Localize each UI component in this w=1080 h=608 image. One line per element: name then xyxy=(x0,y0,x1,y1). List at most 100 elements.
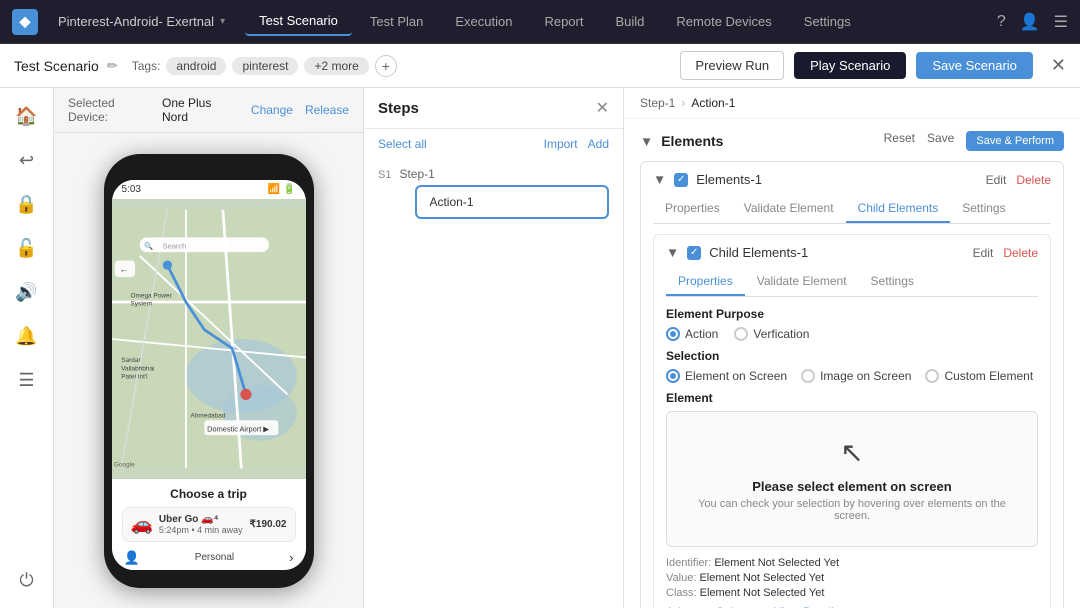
add-tag-button[interactable]: + xyxy=(375,55,397,77)
save-scenario-button[interactable]: Save Scenario xyxy=(916,52,1033,79)
lock-icon[interactable]: 🔒 xyxy=(9,186,45,222)
elements1-delete-button[interactable]: Delete xyxy=(1016,173,1051,187)
nav-tab-test-plan[interactable]: Test Plan xyxy=(356,8,437,35)
elements-collapse-button[interactable]: ▼ xyxy=(640,134,653,149)
import-button[interactable]: Import xyxy=(544,137,578,151)
sel-custom-element-option[interactable]: Custom Element xyxy=(925,369,1033,383)
element-preview-box: ↖ Please select element on screen You ca… xyxy=(666,411,1038,547)
trip-price: ₹190.02 xyxy=(250,519,287,530)
scenario-title-text: Test Scenario xyxy=(14,58,99,74)
sel-custom-element-radio[interactable] xyxy=(925,369,939,383)
steps-panel: Steps ✕ Select all Import Add S1 Step-1 … xyxy=(364,88,624,608)
menu-icon[interactable]: ☰ xyxy=(1054,12,1068,32)
svg-text:Patel Int'l: Patel Int'l xyxy=(121,373,147,380)
play-scenario-button[interactable]: Play Scenario xyxy=(794,52,906,79)
purpose-verification-option[interactable]: Verfication xyxy=(734,327,809,341)
elements1-tabs: Properties Validate Element Child Elemen… xyxy=(653,195,1051,224)
save-perform-button[interactable]: Save & Perform xyxy=(966,131,1064,151)
sel-image-screen-radio[interactable] xyxy=(801,369,815,383)
child-elements-header: ▼ ✓ Child Elements-1 Edit Delete xyxy=(666,245,1038,260)
child-delete-button[interactable]: Delete xyxy=(1003,246,1038,260)
steps-close-button[interactable]: ✕ xyxy=(596,98,609,118)
tab-properties[interactable]: Properties xyxy=(653,195,732,223)
svg-text:Google: Google xyxy=(113,461,134,468)
volume-icon[interactable]: 🔊 xyxy=(9,274,45,310)
nav-tabs: Test Scenario Test Plan Execution Report… xyxy=(245,7,985,36)
preview-run-button[interactable]: Preview Run xyxy=(680,51,784,80)
device-name: One Plus Nord xyxy=(162,96,239,124)
trip-time: 5:24pm • 4 min away xyxy=(159,525,244,535)
tab-settings[interactable]: Settings xyxy=(950,195,1017,223)
personal-row: 👤 Personal › xyxy=(122,546,296,570)
nav-tab-report[interactable]: Report xyxy=(530,8,597,35)
action-item[interactable]: Action-1 xyxy=(415,185,609,219)
select-all-button[interactable]: Select all xyxy=(378,137,427,151)
user-icon[interactable]: 👤 xyxy=(1020,12,1040,32)
personal-label: Personal xyxy=(195,552,234,563)
child-tab-properties[interactable]: Properties xyxy=(666,268,745,296)
purpose-action-radio[interactable] xyxy=(666,327,680,341)
elements1-edit-button[interactable]: Edit xyxy=(986,173,1007,187)
tab-validate-element[interactable]: Validate Element xyxy=(732,195,846,223)
sel-custom-element-label: Custom Element xyxy=(944,369,1033,383)
trip-option-uber-go[interactable]: 🚗 Uber Go 🚗⁴ 5:24pm • 4 min away ₹190.02 xyxy=(122,507,296,542)
child-actions: Edit Delete xyxy=(973,246,1038,260)
tab-child-elements[interactable]: Child Elements xyxy=(846,195,951,223)
list-icon[interactable]: ☰ xyxy=(9,362,45,398)
class-val: Element Not Selected Yet xyxy=(700,587,825,599)
tag-android[interactable]: android xyxy=(166,57,226,75)
edit-title-icon[interactable]: ✏ xyxy=(107,58,118,74)
add-step-button[interactable]: Add xyxy=(588,137,609,151)
elements1-collapse-button[interactable]: ▼ xyxy=(653,172,666,187)
tags-more[interactable]: +2 more xyxy=(304,57,368,75)
phone-bottom: Choose a trip 🚗 Uber Go 🚗⁴ 5:24pm • 4 mi… xyxy=(112,479,306,570)
device-panel: Selected Device: One Plus Nord Change Re… xyxy=(54,88,364,608)
phone-notch xyxy=(184,168,234,176)
release-device-button[interactable]: Release xyxy=(305,103,349,117)
selection-row: Element on Screen Image on Screen Custom… xyxy=(666,369,1038,383)
personal-chevron: › xyxy=(289,550,293,565)
purpose-verification-label: Verfication xyxy=(753,327,809,341)
svg-text:System: System xyxy=(130,300,152,307)
child-collapse-button[interactable]: ▼ xyxy=(666,245,679,260)
toolbar-close-button[interactable]: ✕ xyxy=(1051,55,1066,76)
help-icon[interactable]: ? xyxy=(997,13,1006,31)
child-tab-settings[interactable]: Settings xyxy=(859,268,926,296)
tag-pinterest[interactable]: pinterest xyxy=(232,57,298,75)
nav-tab-remote-devices[interactable]: Remote Devices xyxy=(662,8,785,35)
child-checkbox[interactable]: ✓ xyxy=(687,246,701,260)
nav-tab-test-scenario[interactable]: Test Scenario xyxy=(245,7,352,36)
breadcrumb-separator: › xyxy=(681,96,685,110)
breadcrumb: Step-1 › Action-1 xyxy=(624,88,1080,119)
purpose-action-option[interactable]: Action xyxy=(666,327,718,341)
power-icon[interactable]: ⏻ xyxy=(9,562,45,598)
svg-text:Domestic Airport ▶: Domestic Airport ▶ xyxy=(207,424,269,433)
phone-frame: 5:03 📶 🔋 xyxy=(104,154,314,588)
child-tab-validate[interactable]: Validate Element xyxy=(745,268,859,296)
nav-tab-build[interactable]: Build xyxy=(601,8,658,35)
phone-status-bar: 5:03 📶 🔋 xyxy=(112,180,306,199)
reset-button[interactable]: Reset xyxy=(884,131,915,151)
sel-image-screen-option[interactable]: Image on Screen xyxy=(801,369,911,383)
purpose-verification-radio[interactable] xyxy=(734,327,748,341)
element-purpose-label: Element Purpose xyxy=(666,307,1038,321)
nav-tab-execution[interactable]: Execution xyxy=(441,8,526,35)
cursor-icon: ↖ xyxy=(840,436,863,469)
bell-icon[interactable]: 🔔 xyxy=(9,318,45,354)
main-layout: 🏠 ↩ 🔒 🔓 🔊 🔔 ☰ ⏻ Selected Device: One Plu… xyxy=(0,88,1080,608)
nav-tab-settings[interactable]: Settings xyxy=(790,8,865,35)
child-edit-button[interactable]: Edit xyxy=(973,246,994,260)
sel-element-screen-radio[interactable] xyxy=(666,369,680,383)
element-placeholder-title: Please select element on screen xyxy=(752,479,951,494)
save-button[interactable]: Save xyxy=(927,131,954,151)
home-icon[interactable]: 🏠 xyxy=(9,98,45,134)
steps-actions: Import Add xyxy=(544,137,609,151)
app-title-dropdown[interactable]: Pinterest-Android- Exertnal ▾ xyxy=(50,10,233,33)
sel-element-screen-option[interactable]: Element on Screen xyxy=(666,369,787,383)
undo-icon[interactable]: ↩ xyxy=(9,142,45,178)
elements1-checkbox[interactable]: ✓ xyxy=(674,173,688,187)
lock2-icon[interactable]: 🔓 xyxy=(9,230,45,266)
change-device-button[interactable]: Change xyxy=(251,103,293,117)
elements1-block: ▼ ✓ Elements-1 Edit Delete Properties Va… xyxy=(640,161,1064,608)
nav-icons: ? 👤 ☰ xyxy=(997,12,1068,32)
